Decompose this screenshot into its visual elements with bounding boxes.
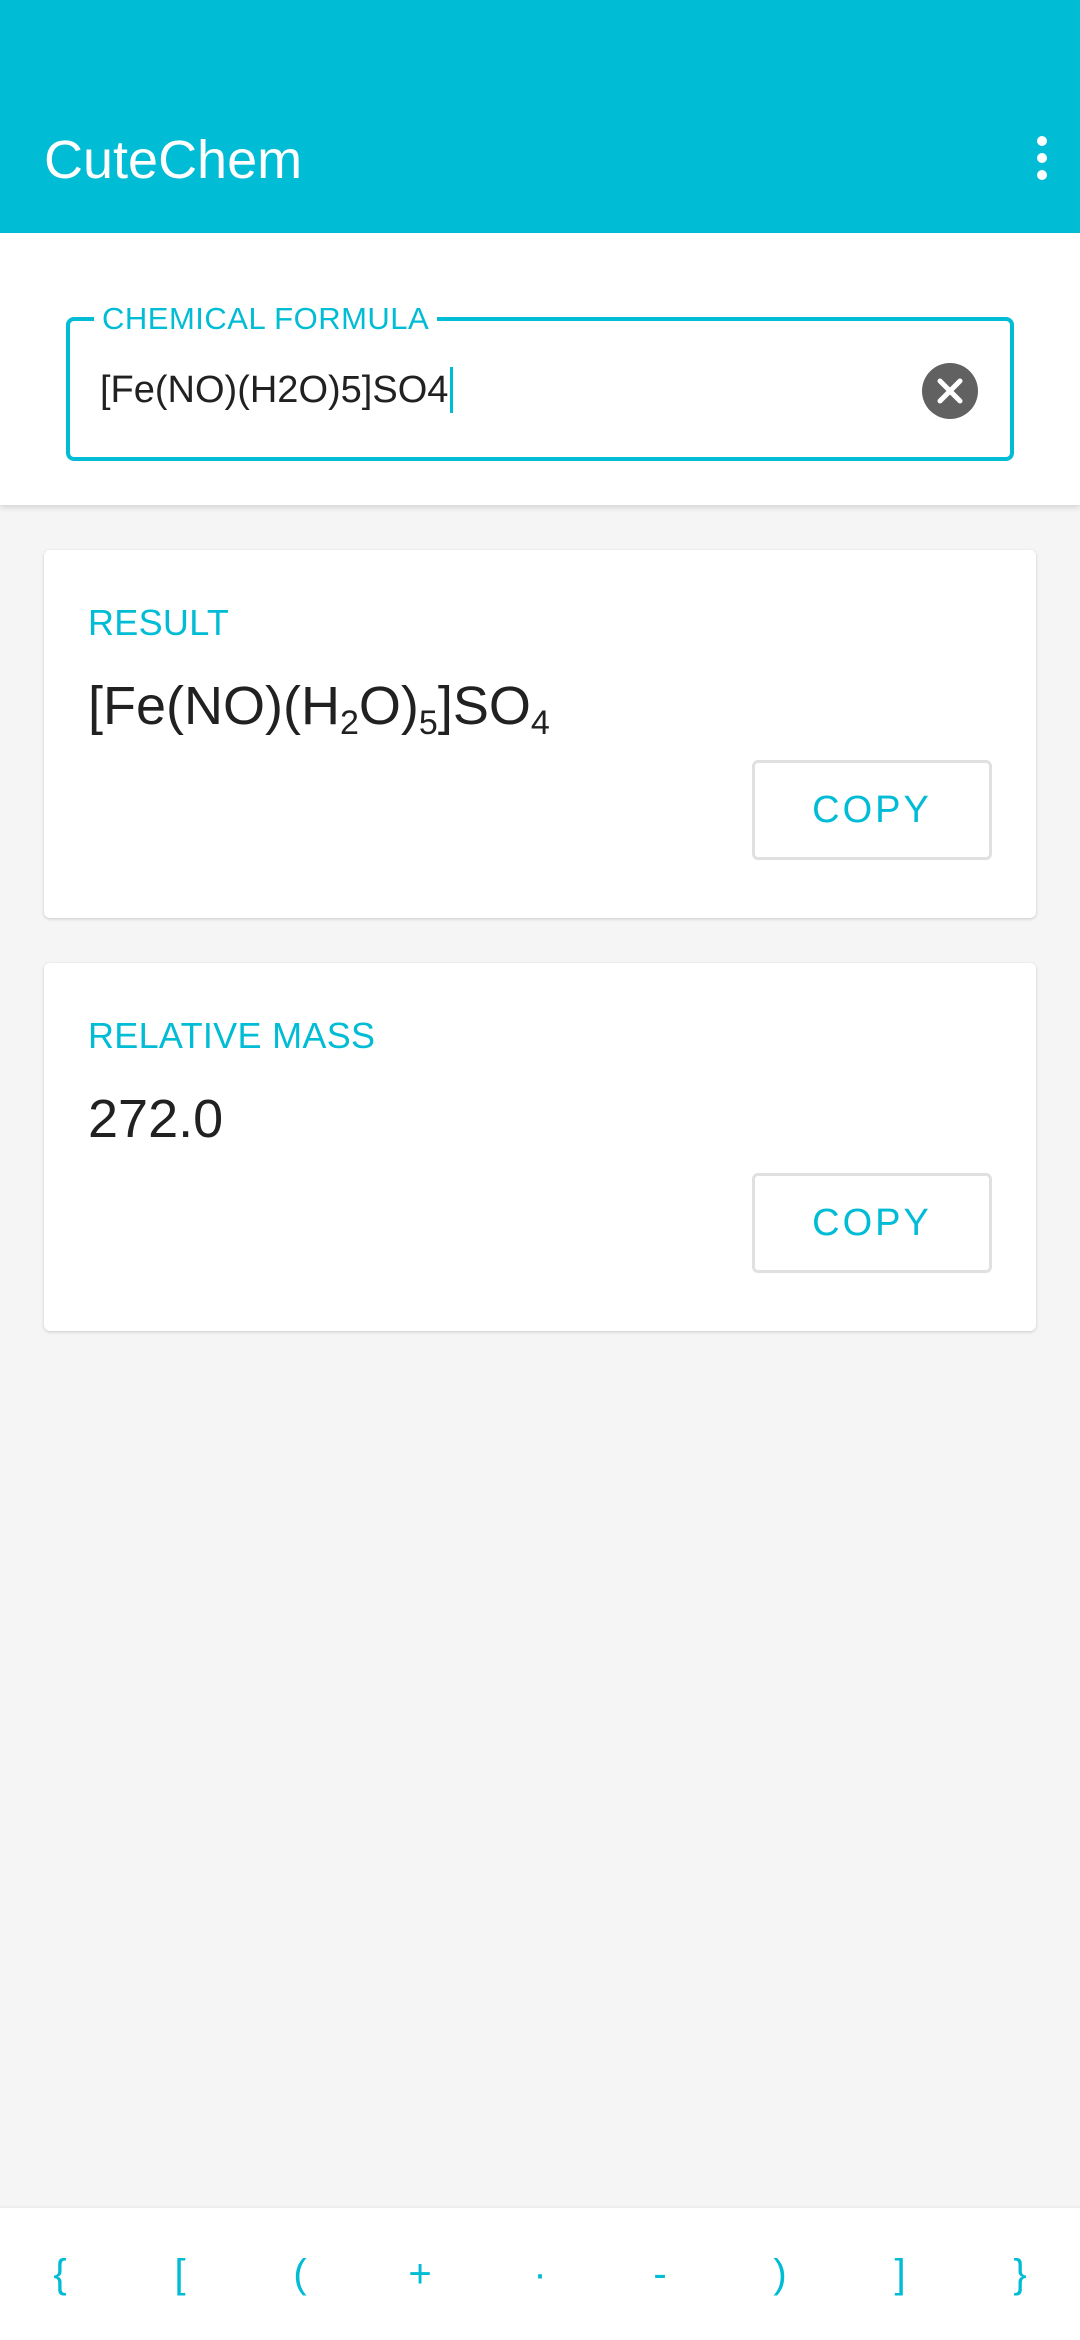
formula-subscript: 5 <box>418 704 438 742</box>
symbol-key-close-paren[interactable]: ) <box>744 2224 816 2324</box>
formula-subscript: 2 <box>339 704 359 742</box>
menu-dot <box>1037 170 1047 180</box>
formula-input[interactable]: [Fe(NO)(H2O)5]SO4 <box>100 367 454 413</box>
copy-result-button[interactable]: COPY <box>752 760 992 860</box>
result-card: RESULT [Fe(NO)(H2O)5]SO4 COPY <box>44 550 1036 918</box>
app-bar: CuteChem <box>0 0 1080 233</box>
input-section: CHEMICAL FORMULA [Fe(NO)(H2O)5]SO4 <box>0 233 1080 505</box>
symbol-key-minus[interactable]: - <box>624 2224 696 2324</box>
formula-part: ]SO <box>437 676 531 736</box>
relative-mass-value: 272.0 <box>88 1089 224 1149</box>
app-title: CuteChem <box>44 130 303 190</box>
symbol-bar: { [ ( + · - ) ] } <box>0 2206 1080 2340</box>
result-label: RESULT <box>88 602 230 643</box>
symbol-key-dot[interactable]: · <box>504 2224 576 2324</box>
symbol-key-open-paren[interactable]: ( <box>264 2224 336 2324</box>
text-caret <box>450 367 454 413</box>
formula-part: O) <box>358 676 419 736</box>
clear-circle-icon[interactable] <box>922 363 978 419</box>
more-vert-icon[interactable] <box>1014 118 1070 198</box>
formula-subscript: 4 <box>530 704 550 742</box>
formula-input-text: [Fe(NO)(H2O)5]SO4 <box>100 369 449 411</box>
symbol-key-close-bracket[interactable]: ] <box>864 2224 936 2324</box>
chemical-formula-field[interactable]: CHEMICAL FORMULA [Fe(NO)(H2O)5]SO4 <box>66 301 1014 461</box>
field-label: CHEMICAL FORMULA <box>94 301 438 337</box>
relative-mass-label: RELATIVE MASS <box>88 1015 376 1056</box>
result-formula: [Fe(NO)(H2O)5]SO4 <box>88 674 550 740</box>
symbol-key-close-brace[interactable]: } <box>984 2224 1056 2324</box>
screen: CuteChem CHEMICAL FORMULA [Fe(NO)(H2O)5]… <box>0 0 1080 2340</box>
menu-dot <box>1037 136 1047 146</box>
formula-part: [Fe(NO)(H <box>88 676 340 736</box>
copy-mass-button[interactable]: COPY <box>752 1173 992 1273</box>
symbol-key-plus[interactable]: + <box>384 2224 456 2324</box>
relative-mass-card: RELATIVE MASS 272.0 COPY <box>44 963 1036 1331</box>
symbol-key-open-brace[interactable]: { <box>24 2224 96 2324</box>
symbol-key-open-bracket[interactable]: [ <box>144 2224 216 2324</box>
menu-dot <box>1037 153 1047 163</box>
